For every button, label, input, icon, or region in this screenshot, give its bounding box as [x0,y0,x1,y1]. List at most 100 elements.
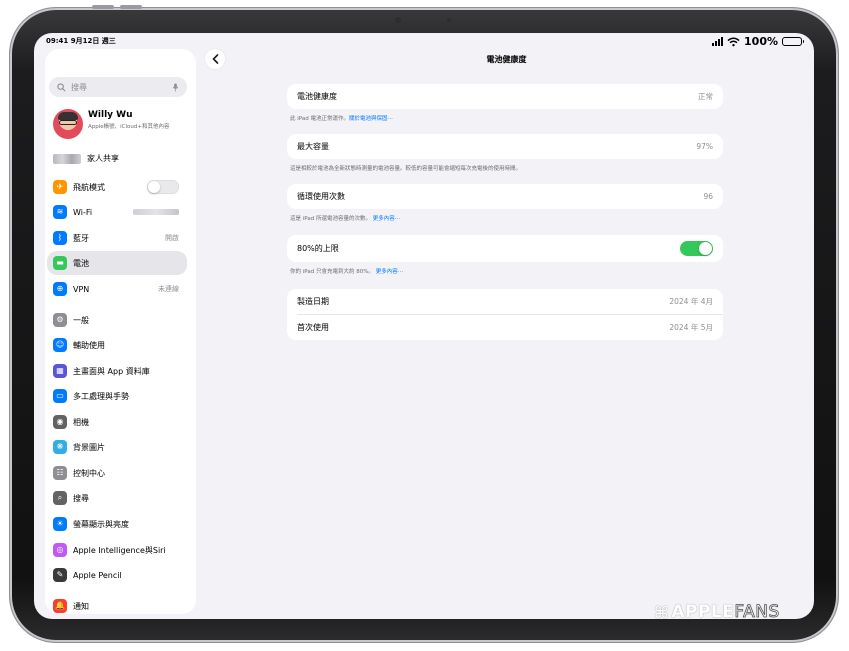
sidebar-item-label: 藍牙 [73,233,89,243]
sidebar-item[interactable]: ⚙ 一般 [47,308,187,332]
dates-card: 製造日期 2024 年 4月 首次使用 2024 年 5月 [287,289,723,340]
sidebar-item[interactable]: ☷ 控制中心 [47,461,187,485]
wifi-network-blurred [133,209,179,215]
sidebar-item-label: 搜尋 [73,493,89,503]
family-sharing-label: 家人共享 [87,154,119,163]
sidebar-item[interactable]: 🔔 通知 [47,594,187,614]
status-indicators: 100% [712,35,804,48]
family-avatars-blurred [53,153,81,164]
volume-button [120,5,142,9]
sidebar-item[interactable]: ◎ Apple Intelligence與Siri [47,538,187,562]
watermark-apple: APPLE [671,602,735,622]
sidebar-item[interactable]: ◉ 相機 [47,410,187,434]
battery-icon: ▬ [53,256,67,270]
sidebar-item-label: Apple Pencil [73,570,122,580]
control-center-icon: ☷ [53,466,67,480]
camera-bar [363,14,483,26]
airplane-icon: ✈ [53,180,67,194]
avatar [53,109,83,139]
notification-icon: 🔔 [53,599,67,613]
max-capacity-footnote: 這是相較於電池為全新狀態時測量的電池容量。較低的容量可能會縮短每次充電後的使用時… [290,166,522,172]
sidebar-item-value: 未連線 [158,285,179,293]
sidebar-item-label: 控制中心 [73,468,105,478]
sensor-icon [447,18,451,22]
wallpaper-icon: ❋ [53,440,67,454]
warranty-link[interactable]: 關於電池與保固⋯ [349,116,393,122]
sidebar-item-label: 螢幕顯示與亮度 [73,519,129,529]
first-use-row: 首次使用 2024 年 5月 [287,315,723,340]
max-capacity-value: 97% [696,142,713,151]
microphone-icon[interactable] [172,82,179,92]
footnote-text: 此 iPad 電池正常運作。 [290,116,349,122]
volume-button [92,5,114,9]
search-input[interactable]: 搜尋 [49,77,187,97]
manufacture-date-value: 2024 年 4月 [669,297,713,306]
gear-icon: ⚙ [53,313,67,327]
sidebar-item[interactable]: ▭ 多工處理與手勢 [47,384,187,408]
sidebar-item[interactable]: ▦ 主畫面與 App 資料庫 [47,359,187,383]
brightness-icon: ☀ [53,517,67,531]
sidebar-item[interactable]: ❋ 背景圖片 [47,435,187,459]
camera-icon [395,17,401,23]
sidebar-item[interactable]: ☀ 螢幕顯示與亮度 [47,512,187,536]
sidebar-item[interactable]: ✈ 飛航模式 [47,175,187,199]
bluetooth-icon: ᛒ [53,231,67,245]
sidebar-item-label: 背景圖片 [73,442,105,452]
search-icon [57,82,66,91]
charge-limit-label: 80%的上限 [297,244,339,253]
family-sharing-item[interactable]: 家人共享 [53,153,119,164]
cycle-count-row: 循環使用次數 96 [287,184,723,209]
sidebar-item[interactable]: ⊕ VPN 未連線 [47,277,187,301]
footnote-text: 你的 iPad 只會充電到大約 80%。 [290,269,374,275]
cycle-count-label: 循環使用次數 [297,192,345,201]
max-capacity-row: 最大容量 97% [287,134,723,159]
sidebar-item-label: 電池 [73,258,89,268]
sidebar-item-label: Apple Intelligence與Siri [73,545,166,555]
profile-name: Willy Wu [88,110,133,120]
footnote-text: 這是 iPad 所還電池容量的次數。 [290,216,371,222]
sidebar-item[interactable]: ✎ Apple Pencil [47,563,187,587]
settings-sidebar[interactable]: 搜尋 Willy Wu Apple帳號、iCloud+和其他內容 家人共享 ✈ 飛… [45,49,196,614]
battery-health-footnote: 此 iPad 電池正常運作。關於電池與保固⋯ [290,114,393,122]
accessibility-icon: ☺ [53,338,67,352]
sidebar-item-label: Wi-Fi [73,207,93,217]
vpn-globe-icon: ⊕ [53,282,67,296]
multitasking-icon: ▭ [53,389,67,403]
sidebar-item-label: 飛航模式 [73,182,105,192]
airplane-mode-toggle[interactable] [147,180,179,194]
manufacture-date-label: 製造日期 [297,297,329,306]
sidebar-item[interactable]: ▬ 電池 [47,251,187,275]
battery-health-label: 電池健康度 [297,92,337,101]
learn-more-link[interactable]: 更多內容⋯ [376,269,404,275]
sidebar-item[interactable]: ⌕ 搜尋 [47,486,187,510]
search-placeholder: 搜尋 [71,82,87,92]
cellular-signal-icon [712,37,724,46]
sidebar-item-label: 相機 [73,417,89,427]
battery-health-row[interactable]: 電池健康度 正常 [287,84,723,109]
cycle-count-footnote: 這是 iPad 所還電池容量的次數。 更多內容⋯ [290,214,400,222]
sidebar-item-label: 主畫面與 App 資料庫 [73,366,150,376]
manufacture-date-row: 製造日期 2024 年 4月 [287,289,723,314]
wifi-status-icon [727,37,740,46]
pencil-icon: ✎ [53,568,67,582]
sidebar-item[interactable]: ≋ Wi-Fi [47,200,187,224]
sidebar-item[interactable]: ☺ 輔助使用 [47,333,187,357]
sidebar-item-label: 一般 [73,315,89,325]
sidebar-item[interactable]: ᛒ 藍牙 開啟 [47,226,187,250]
charge-limit-row: 80%的上限 [287,235,723,262]
cycle-count-value: 96 [703,192,713,201]
siri-icon: ◎ [53,543,67,557]
chevron-left-icon [212,54,218,64]
command-logo-icon: ⌘ [654,602,670,622]
back-button[interactable] [205,49,225,69]
max-capacity-label: 最大容量 [297,142,329,151]
sidebar-item-label: 多工處理與手勢 [73,391,129,401]
apple-account-profile[interactable]: Willy Wu Apple帳號、iCloud+和其他內容 [53,109,193,145]
sidebar-item-label: 輔助使用 [73,340,105,350]
sidebar-item-label: 通知 [73,601,89,611]
learn-more-link[interactable]: 更多內容⋯ [373,216,401,222]
charge-limit-toggle[interactable] [680,241,713,256]
camera-icon: ◉ [53,415,67,429]
battery-health-value: 正常 [698,92,713,101]
screen: 09:41 9月12日 週三 100% 搜尋 Willy Wu Apple帳號、… [34,33,814,619]
